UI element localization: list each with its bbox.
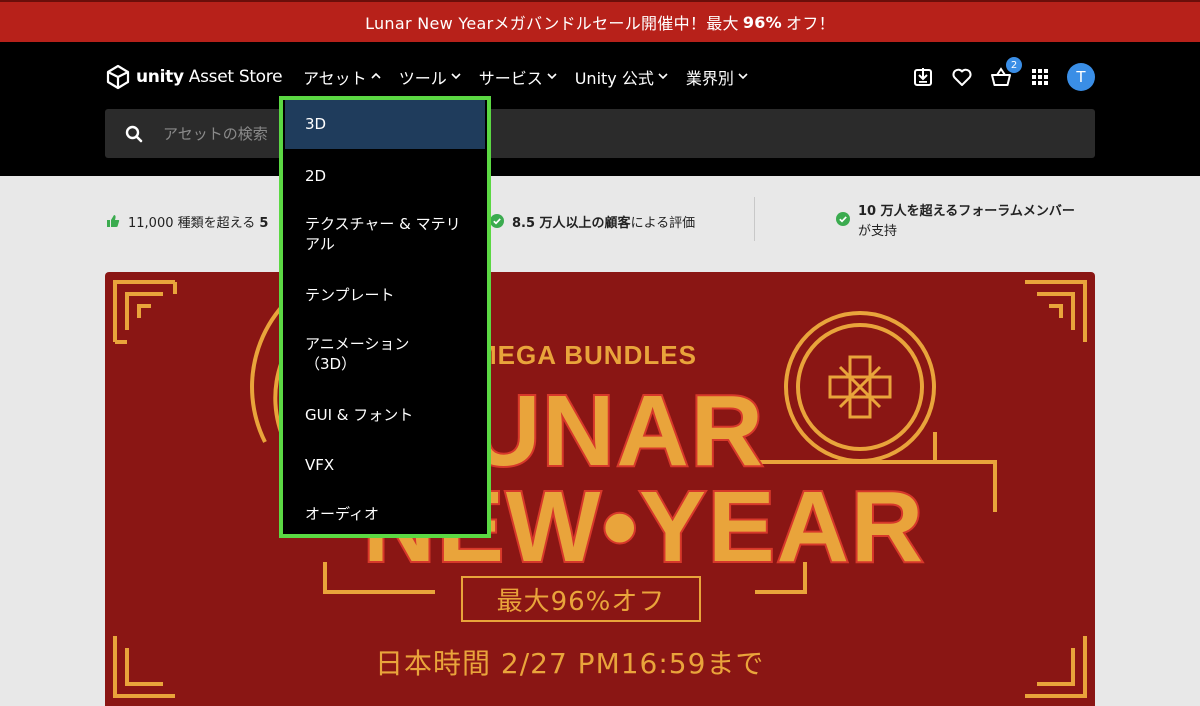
dropdown-item-audio[interactable]: オーディオ bbox=[285, 504, 485, 524]
banner-date: 日本時間 2/27 PM16:59まで bbox=[375, 647, 765, 680]
download-icon bbox=[914, 68, 932, 86]
unity-cube-icon bbox=[106, 64, 130, 90]
thumbs-up-icon bbox=[107, 215, 120, 227]
nav-unity-official-label: Unity 公式 bbox=[574, 69, 654, 88]
chevron-down-icon bbox=[451, 71, 461, 84]
grid-icon bbox=[1032, 69, 1048, 85]
promo-text-post: オフ！ bbox=[786, 14, 835, 33]
search-icon bbox=[125, 125, 143, 142]
dropdown-item-2d[interactable]: 2D bbox=[285, 166, 485, 186]
check-circle-icon bbox=[490, 214, 504, 228]
chevron-up-icon bbox=[371, 71, 381, 84]
dropdown-item-textures-materials[interactable]: テクスチャー & マテリアル bbox=[285, 214, 475, 254]
cart-button[interactable]: 2 bbox=[988, 57, 1022, 90]
chevron-down-icon bbox=[738, 71, 748, 84]
lunar-new-year-banner[interactable]: MEGA BUNDLES LUNAR NEW•YEAR 最大96%オフ 日本時間… bbox=[105, 272, 1095, 706]
trust-item-forum-bold: 10 万人を超えるフォーラムメンバー bbox=[858, 204, 1075, 219]
dropdown-item-templates[interactable]: テンプレート bbox=[285, 285, 485, 305]
logo-brand: unity bbox=[136, 67, 184, 87]
banner-discount: 最大96%オフ bbox=[461, 576, 701, 622]
chevron-down-icon bbox=[547, 71, 557, 84]
trust-item-customers-bold: 8.5 万人以上の顧客 bbox=[512, 216, 631, 231]
dropdown-item-vfx[interactable]: VFX bbox=[285, 455, 485, 475]
nav-unity-official[interactable]: Unity 公式 bbox=[575, 65, 668, 89]
trust-item-assets-text: 11,000 種類を超える bbox=[128, 216, 256, 231]
trust-item-customers-text: による評価 bbox=[630, 216, 696, 231]
promo-text-bold: 96% bbox=[742, 12, 783, 32]
logo-product: Asset Store bbox=[188, 67, 283, 87]
header-actions: 2 T bbox=[897, 57, 1095, 92]
dropdown-item-animation-3d[interactable]: アニメーション（3D） bbox=[285, 334, 445, 374]
apps-button[interactable] bbox=[1027, 64, 1053, 90]
nav-services[interactable]: サービス bbox=[479, 65, 557, 89]
cart-count-badge: 2 bbox=[1006, 57, 1022, 73]
nav-services-label: サービス bbox=[478, 69, 543, 88]
nav-assets[interactable]: アセット bbox=[303, 65, 381, 89]
trust-item-forum-text: が支持 bbox=[858, 224, 898, 239]
trust-item-assets: 11,000 種類を超える 5 bbox=[106, 212, 268, 231]
nav-assets-label: アセット bbox=[303, 69, 367, 88]
user-avatar[interactable]: T bbox=[1067, 63, 1095, 91]
nav-tools[interactable]: ツール bbox=[399, 65, 461, 89]
assets-dropdown-menu: 3D 2D テクスチャー & マテリアル テンプレート アニメーション（3D） … bbox=[279, 96, 491, 538]
main-nav: アセット ツール サービス Unity 公式 業界別 bbox=[303, 64, 766, 90]
banner-subtitle: MEGA BUNDLES bbox=[475, 340, 697, 370]
check-circle-icon bbox=[836, 212, 850, 226]
promo-bar[interactable]: Lunar New Yearメガバンドルセール開催中！最大 96% オフ！ bbox=[0, 0, 1200, 42]
nav-industries-label: 業界別 bbox=[685, 69, 734, 88]
trust-item-customers: 8.5 万人以上の顧客による評価 bbox=[490, 212, 695, 231]
nav-tools-label: ツール bbox=[398, 69, 447, 88]
trust-divider bbox=[754, 197, 755, 241]
site-header: unity Asset Store アセット ツール サービス Unity 公式 bbox=[0, 42, 1200, 176]
promo-text-pre: Lunar New Yearメガバンドルセール開催中！最大 bbox=[365, 14, 739, 33]
heart-icon bbox=[952, 68, 972, 86]
wishlist-button[interactable] bbox=[949, 64, 975, 90]
unity-logo[interactable]: unity Asset Store bbox=[105, 64, 283, 90]
nav-industries[interactable]: 業界別 bbox=[686, 65, 748, 89]
search-bar[interactable] bbox=[105, 109, 1095, 158]
dropdown-item-gui-fonts[interactable]: GUI & フォント bbox=[285, 405, 485, 425]
trust-item-forum: 10 万人を超えるフォーラムメンバー が支持 bbox=[836, 202, 1106, 242]
chevron-down-icon bbox=[658, 71, 668, 84]
download-button[interactable] bbox=[910, 64, 936, 90]
dropdown-item-3d[interactable]: 3D bbox=[285, 100, 485, 149]
trust-item-assets-bold: 5 bbox=[259, 216, 269, 231]
